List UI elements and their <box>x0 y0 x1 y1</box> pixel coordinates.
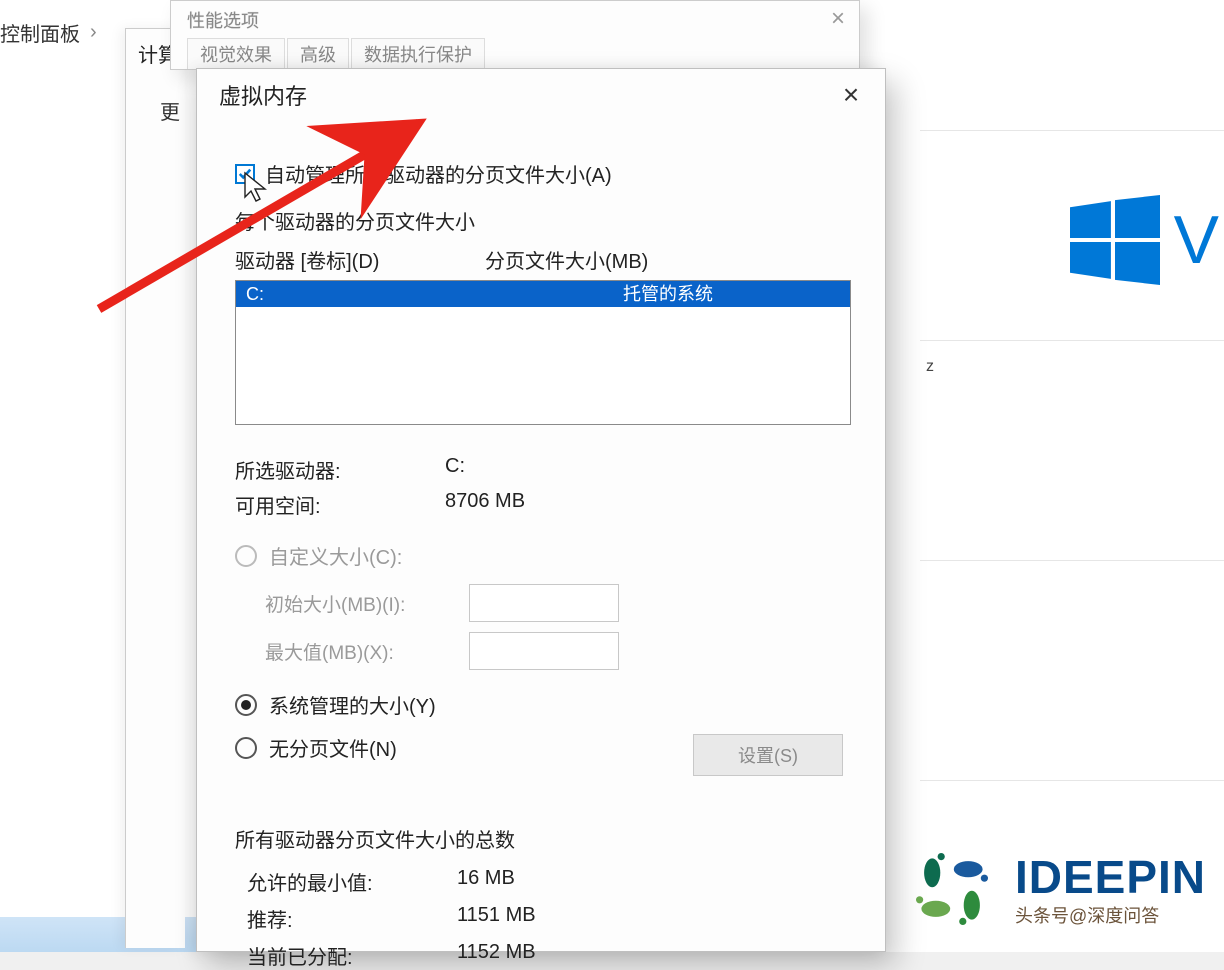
radio-none-label: 无分页文件(N) <box>269 733 397 762</box>
perf-title: 性能选项 <box>187 7 259 33</box>
col-drive: 驱动器 [卷标](D) <box>235 245 485 274</box>
performance-options-dialog: 性能选项 × 视觉效果 高级 数据执行保护 <box>170 0 860 70</box>
radio-system-managed[interactable]: 系统管理的大小(Y) <box>235 690 851 719</box>
initial-size-input[interactable] <box>469 584 619 622</box>
divider <box>920 130 1224 131</box>
chevron-right-icon: › <box>90 21 97 44</box>
vm-titlebar: 虚拟内存 × <box>197 69 885 121</box>
dialog-title: 虚拟内存 <box>219 79 307 111</box>
auto-manage-row[interactable]: 自动管理所有驱动器的分页文件大小(A) <box>235 159 851 188</box>
radio-system-label: 系统管理的大小(Y) <box>269 690 436 719</box>
perf-tabs: 视觉效果 高级 数据执行保护 <box>187 38 485 69</box>
stub-char: 更 <box>160 96 180 125</box>
breadcrumb: 控制面板 › <box>0 18 97 47</box>
system-properties-dialog: 计算 <box>125 28 185 948</box>
drive-list[interactable]: C: 托管的系统 <box>235 280 851 425</box>
rec-value: 1151 MB <box>457 904 536 933</box>
selected-drive-value: C: <box>445 455 465 484</box>
watermark-brand: IDEEPIN <box>1015 850 1206 904</box>
radio-custom-size[interactable]: 自定义大小(C): <box>235 541 851 570</box>
drive-status: 托管的系统 <box>566 281 840 307</box>
close-icon[interactable]: × <box>831 75 871 115</box>
min-value: 16 MB <box>457 867 515 896</box>
windows-logo: V <box>1070 195 1219 285</box>
pinwheel-icon <box>907 844 997 934</box>
drive-row-selected[interactable]: C: 托管的系统 <box>236 281 850 307</box>
cur-value: 1152 MB <box>457 941 536 970</box>
max-size-label: 最大值(MB)(X): <box>265 638 455 665</box>
tab-advanced[interactable]: 高级 <box>287 38 349 69</box>
radio-custom-label: 自定义大小(C): <box>269 541 402 570</box>
tab-visual[interactable]: 视觉效果 <box>187 38 285 69</box>
drive-letter: C: <box>246 281 566 307</box>
radio-icon[interactable] <box>235 545 257 567</box>
set-button[interactable]: 设置(S) <box>693 734 843 776</box>
col-size: 分页文件大小(MB) <box>485 245 648 274</box>
hz-fragment: z <box>926 358 934 376</box>
divider <box>920 560 1224 561</box>
radio-icon[interactable] <box>235 737 257 759</box>
auto-manage-label: 自动管理所有驱动器的分页文件大小(A) <box>265 159 612 188</box>
drive-list-headers: 驱动器 [卷标](D) 分页文件大小(MB) <box>235 245 851 274</box>
windows-brand-letter: V <box>1174 201 1219 279</box>
free-space-value: 8706 MB <box>445 490 525 519</box>
set-button-label: 设置(S) <box>738 742 798 768</box>
close-icon[interactable]: × <box>831 5 845 33</box>
virtual-memory-dialog: 虚拟内存 × 自动管理所有驱动器的分页文件大小(A) 每个驱动器的分页文件大小 … <box>196 68 886 952</box>
radio-icon[interactable] <box>235 694 257 716</box>
breadcrumb-text[interactable]: 控制面板 <box>0 18 80 47</box>
rec-label: 推荐: <box>247 904 457 933</box>
per-drive-heading: 每个驱动器的分页文件大小 <box>235 206 851 235</box>
windows-icon <box>1070 195 1160 285</box>
max-size-input[interactable] <box>469 632 619 670</box>
initial-size-label: 初始大小(MB)(I): <box>265 590 455 617</box>
free-space-label: 可用空间: <box>235 490 445 519</box>
watermark-sub: 头条号@深度问答 <box>1015 902 1206 928</box>
cur-label: 当前已分配: <box>247 941 457 970</box>
divider <box>920 780 1224 781</box>
cursor-icon <box>243 171 271 205</box>
min-label: 允许的最小值: <box>247 867 457 896</box>
tab-dep[interactable]: 数据执行保护 <box>351 38 485 69</box>
divider <box>920 340 1224 341</box>
selected-drive-label: 所选驱动器: <box>235 455 445 484</box>
watermark: IDEEPIN 头条号@深度问答 <box>907 844 1206 934</box>
totals-heading: 所有驱动器分页文件大小的总数 <box>235 824 851 853</box>
